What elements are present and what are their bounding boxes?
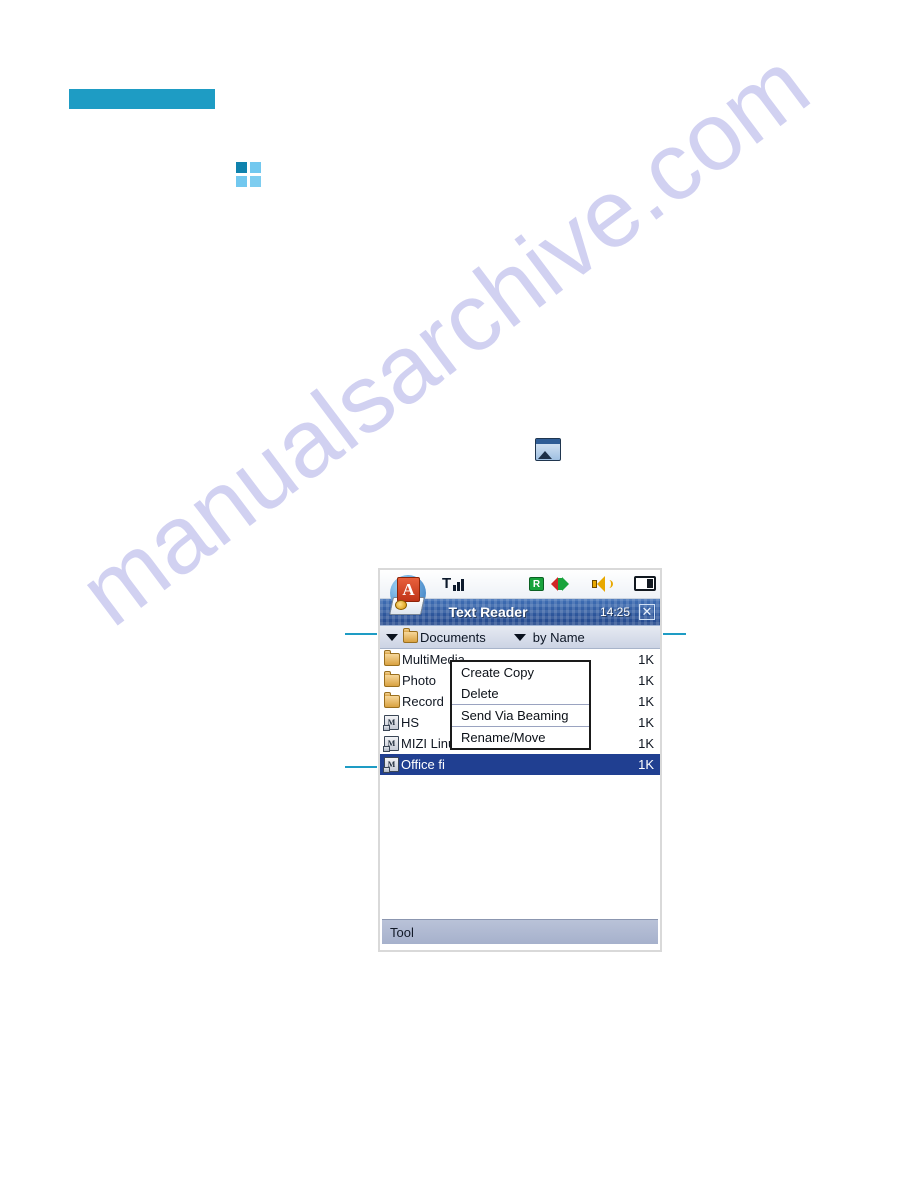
- folder-icon: [384, 650, 400, 666]
- teal-heading-bar: [69, 89, 215, 109]
- speaker-wave: [607, 580, 613, 588]
- text-reader-app-icon: A: [388, 573, 428, 617]
- path-toolbar: Documents by Name: [380, 626, 660, 649]
- image-window-mountain: [538, 451, 552, 459]
- list-item-size: 1K: [638, 694, 654, 709]
- signal-bar-3: [461, 579, 465, 591]
- grid-square-2: [250, 162, 261, 173]
- chevron-down-icon-sort[interactable]: [513, 633, 526, 641]
- list-item-size: 1K: [638, 652, 654, 667]
- page-watermark: manualsarchive.com: [60, 30, 829, 647]
- document-icon: [383, 757, 399, 773]
- speaker-icon: [592, 576, 613, 592]
- current-folder-label[interactable]: Documents: [420, 630, 486, 645]
- folder-icon: [384, 692, 400, 708]
- folder-icon: [384, 671, 400, 687]
- sync-right-arrow: [562, 577, 569, 591]
- list-item-size: 1K: [638, 736, 654, 751]
- signal-bar-1: [453, 585, 457, 591]
- tool-bar-label: Tool: [390, 924, 414, 940]
- app-icon-letter: A: [397, 577, 420, 602]
- grid-square-3: [236, 176, 247, 187]
- battery-level: [647, 579, 653, 588]
- sort-mode-label[interactable]: by Name: [533, 630, 585, 645]
- roaming-badge-icon: R: [529, 577, 544, 591]
- sync-left-arrow: [551, 577, 558, 591]
- sync-arrows-icon: [551, 577, 569, 591]
- image-window-icon: [535, 438, 561, 461]
- context-menu[interactable]: Create Copy Delete Send Via Beaming Rena…: [450, 660, 591, 750]
- list-item-size: 1K: [638, 673, 654, 688]
- context-menu-item-rename-move[interactable]: Rename/Move: [452, 726, 589, 748]
- document-icon: [383, 715, 399, 731]
- grid-square-1: [236, 162, 247, 173]
- folder-icon-path: [403, 628, 418, 643]
- list-item-name: Office fi: [401, 757, 445, 772]
- tool-bar[interactable]: Tool: [382, 919, 658, 944]
- document-icon: [383, 736, 399, 752]
- signal-t-label: T: [442, 575, 452, 592]
- list-item-size: 1K: [638, 757, 654, 772]
- grid-square-4: [250, 176, 261, 187]
- list-item-size: 1K: [638, 715, 654, 730]
- battery-icon: [634, 576, 656, 591]
- clock-label: 14:25: [599, 605, 630, 619]
- magnifier-lens-icon: [395, 600, 407, 610]
- context-menu-item-send-via-beaming[interactable]: Send Via Beaming: [452, 704, 589, 726]
- image-window-titlebar: [536, 439, 560, 444]
- close-icon[interactable]: ✕: [639, 604, 655, 620]
- context-menu-item-delete[interactable]: Delete: [452, 683, 589, 704]
- signal-strength-icon: T: [442, 575, 465, 592]
- context-menu-item-create-copy[interactable]: Create Copy: [452, 662, 589, 683]
- chevron-down-icon-path[interactable]: [386, 633, 398, 641]
- grid-squares-icon: [236, 162, 262, 188]
- speaker-cone: [597, 576, 605, 592]
- signal-bar-2: [457, 582, 461, 591]
- file-list[interactable]: MultiMedia 1K Photo 1K Record 1K HS 1K M…: [380, 649, 660, 901]
- list-item-selected[interactable]: Office fi 1K: [380, 754, 660, 775]
- device-screen-frame: T R Text Reader 14:25 ✕ A Documents by N…: [378, 568, 662, 952]
